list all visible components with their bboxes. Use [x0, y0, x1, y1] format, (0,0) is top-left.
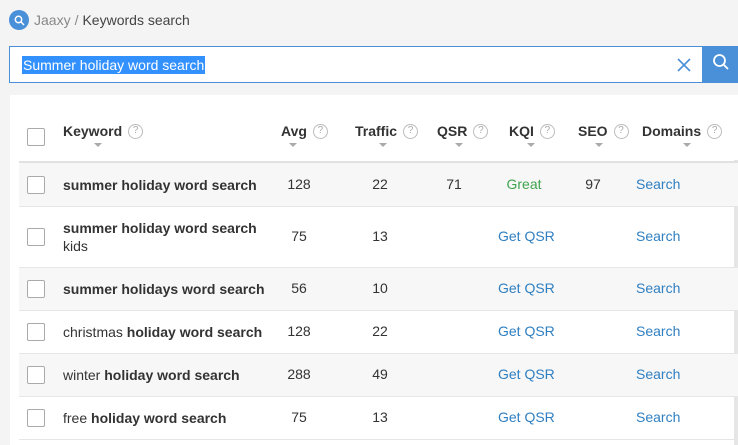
search-input[interactable]: Summer holiday word search: [9, 46, 703, 83]
column-avg[interactable]: Avg ?: [281, 123, 328, 139]
traffic-cell: 49: [372, 366, 388, 382]
domains-search-link[interactable]: Search: [636, 323, 680, 339]
column-domains[interactable]: Domains ?: [642, 123, 723, 139]
domains-search-link[interactable]: Search: [636, 176, 680, 192]
table-row[interactable]: summer holidays word search 56 10 Get QS…: [19, 268, 738, 311]
keyword-bold: holiday word search: [104, 367, 240, 383]
table-row[interactable]: winter holiday word search 288 49 Get QS…: [19, 354, 738, 397]
avg-cell: 288: [287, 366, 311, 382]
table-row[interactable]: summer holiday word search 128 22 71 Gre…: [19, 163, 738, 207]
domains-search-link[interactable]: Search: [636, 409, 680, 425]
help-icon[interactable]: ?: [707, 123, 723, 139]
column-avg-label: Avg: [281, 123, 307, 139]
get-qsr-link[interactable]: Get QSR: [498, 409, 555, 425]
keyword-bold: summer holidays word search: [63, 281, 265, 297]
keyword-prefix: christmas: [63, 324, 127, 340]
row-checkbox[interactable]: [27, 228, 45, 246]
help-icon[interactable]: ?: [312, 123, 328, 139]
get-qsr-link[interactable]: Get QSR: [498, 366, 555, 382]
row-checkbox[interactable]: [27, 409, 45, 427]
keyword-bold: holiday word search: [91, 410, 227, 426]
seo-cell: 97: [585, 176, 601, 192]
sort-caret-icon[interactable]: [595, 143, 603, 147]
kqi-cell: Great: [506, 176, 542, 192]
table-row[interactable]: summer holiday word search kids 75 13 Ge…: [19, 207, 738, 268]
breadcrumb-current: Keywords search: [82, 12, 190, 28]
avg-cell: 75: [291, 228, 307, 244]
keyword-prefix: free: [63, 410, 92, 426]
search-icon: [712, 53, 730, 76]
row-checkbox[interactable]: [27, 323, 45, 341]
breadcrumb: Jaaxy / Keywords search: [9, 9, 190, 31]
row-checkbox[interactable]: [27, 176, 45, 194]
keyword-suffix: kids: [63, 238, 88, 254]
sort-caret-icon[interactable]: [527, 143, 535, 147]
avg-cell: 128: [287, 176, 311, 192]
column-keyword-label: Keyword: [63, 123, 123, 139]
sort-caret-icon[interactable]: [455, 143, 463, 147]
keyword-cell: summer holidays word search: [63, 280, 278, 298]
column-qsr-label: QSR: [437, 123, 468, 139]
domains-search-link[interactable]: Search: [636, 228, 680, 244]
traffic-cell: 22: [372, 176, 388, 192]
column-traffic-label: Traffic: [355, 123, 398, 139]
row-checkbox[interactable]: [27, 280, 45, 298]
column-kqi-label: KQI: [509, 123, 534, 139]
help-icon[interactable]: ?: [403, 123, 419, 139]
search-button[interactable]: [703, 46, 738, 83]
sort-caret-icon[interactable]: [94, 143, 102, 147]
get-qsr-link[interactable]: Get QSR: [498, 228, 555, 244]
keyword-bold: summer holiday word search: [63, 220, 257, 236]
get-qsr-link[interactable]: Get QSR: [498, 280, 555, 296]
get-qsr-link[interactable]: Get QSR: [498, 323, 555, 339]
search-icon: [9, 10, 29, 30]
close-icon[interactable]: [675, 56, 693, 74]
keyword-cell: free holiday word search: [63, 409, 278, 427]
select-all-checkbox[interactable]: [27, 128, 45, 146]
breadcrumb-root[interactable]: Jaaxy: [34, 12, 71, 28]
traffic-cell: 13: [372, 409, 388, 425]
sort-caret-icon[interactable]: [683, 143, 691, 147]
domains-search-link[interactable]: Search: [636, 366, 680, 382]
breadcrumb-separator: /: [74, 12, 79, 28]
traffic-cell: 10: [372, 280, 388, 296]
domains-search-link[interactable]: Search: [636, 280, 680, 296]
column-domains-label: Domains: [642, 123, 702, 139]
keyword-prefix: winter: [63, 367, 105, 383]
avg-cell: 56: [291, 280, 307, 296]
keyword-cell: christmas holiday word search: [63, 323, 278, 341]
help-icon[interactable]: ?: [128, 123, 144, 139]
sort-caret-icon[interactable]: [289, 143, 297, 147]
help-icon[interactable]: ?: [473, 123, 489, 139]
table-row[interactable]: free holiday word search 75 13 Get QSR S…: [19, 397, 738, 440]
column-seo-label: SEO: [578, 123, 608, 139]
column-traffic[interactable]: Traffic ?: [355, 123, 419, 139]
keyword-cell: summer holiday word search: [63, 176, 263, 194]
keyword-bold: holiday word search: [126, 324, 263, 340]
keyword-cell: winter holiday word search: [63, 366, 278, 384]
help-icon[interactable]: ?: [613, 123, 629, 139]
keyword-cell: summer holiday word search kids: [63, 219, 263, 255]
keyword-bold: summer holiday word search: [63, 177, 257, 193]
row-checkbox[interactable]: [27, 366, 45, 384]
table-header: Keyword ? Avg ? Traffic ? QSR ? KQI ? SE…: [19, 110, 738, 163]
qsr-cell: 71: [446, 176, 462, 192]
column-kqi[interactable]: KQI ?: [509, 123, 555, 139]
avg-cell: 128: [287, 323, 311, 339]
table-row[interactable]: christmas holiday word search 128 22 Get…: [19, 311, 738, 354]
column-qsr[interactable]: QSR ?: [437, 123, 489, 139]
avg-cell: 75: [291, 409, 307, 425]
traffic-cell: 13: [372, 228, 388, 244]
search-input-value[interactable]: Summer holiday word search: [22, 55, 206, 74]
traffic-cell: 22: [372, 323, 388, 339]
column-keyword[interactable]: Keyword ?: [63, 123, 144, 139]
column-seo[interactable]: SEO ?: [578, 123, 629, 139]
sort-caret-icon[interactable]: [379, 143, 387, 147]
help-icon[interactable]: ?: [539, 123, 555, 139]
